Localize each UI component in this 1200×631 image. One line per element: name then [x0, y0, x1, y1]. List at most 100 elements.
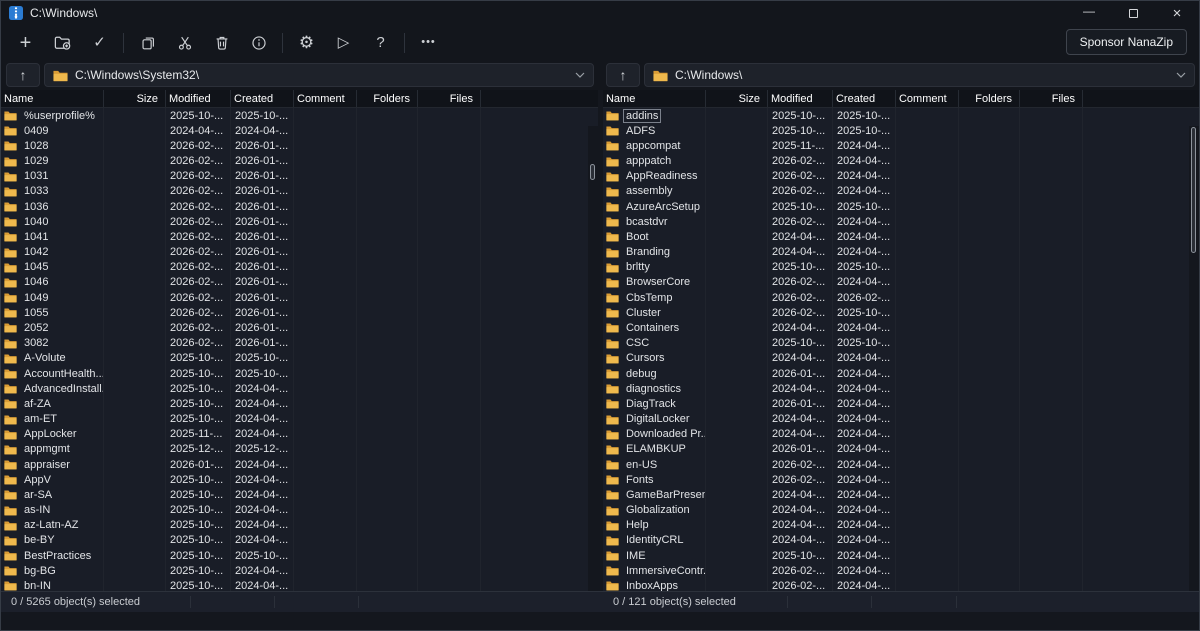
settings-button[interactable]: ⚙: [290, 29, 323, 57]
copy-button[interactable]: [131, 29, 164, 57]
list-item[interactable]: 1031 2026-02-... 2026-01-...: [1, 169, 589, 184]
list-item[interactable]: am-ET 2025-10-... 2024-04-...: [1, 411, 589, 426]
list-item[interactable]: BrowserCore 2026-02-... 2024-04-...: [603, 275, 1190, 290]
list-item[interactable]: en-US 2026-02-... 2024-04-...: [603, 457, 1190, 472]
list-item[interactable]: AdvancedInstall... 2025-10-... 2024-04-.…: [1, 381, 589, 396]
column-header-created[interactable]: Created: [833, 90, 896, 107]
new-folder-button[interactable]: [46, 29, 79, 57]
list-item[interactable]: 3082 2026-02-... 2026-01-...: [1, 336, 589, 351]
help-button[interactable]: ?: [364, 29, 397, 57]
list-item[interactable]: apppatch 2026-02-... 2024-04-...: [603, 154, 1190, 169]
list-item[interactable]: 1036 2026-02-... 2026-01-...: [1, 199, 589, 214]
column-header-files[interactable]: Files: [418, 90, 481, 107]
minimize-button[interactable]: —: [1067, 1, 1111, 25]
list-item[interactable]: AppLocker 2025-11-... 2024-04-...: [1, 427, 589, 442]
list-item[interactable]: ADFS 2025-10-... 2025-10-...: [603, 123, 1190, 138]
run-button[interactable]: ▷: [327, 29, 360, 57]
list-item[interactable]: GameBarPresen... 2024-04-... 2024-04-...: [603, 487, 1190, 502]
list-item[interactable]: az-Latn-AZ 2025-10-... 2024-04-...: [1, 518, 589, 533]
list-item[interactable]: Cursors 2024-04-... 2024-04-...: [603, 351, 1190, 366]
list-item[interactable]: CSC 2025-10-... 2025-10-...: [603, 336, 1190, 351]
sponsor-button[interactable]: Sponsor NanaZip: [1066, 29, 1187, 55]
list-item[interactable]: Downloaded Pr... 2024-04-... 2024-04-...: [603, 427, 1190, 442]
list-item[interactable]: appraiser 2026-01-... 2024-04-...: [1, 457, 589, 472]
list-item[interactable]: BestPractices 2025-10-... 2025-10-...: [1, 548, 589, 563]
scrollbar-thumb[interactable]: [590, 164, 595, 180]
list-item[interactable]: DigitalLocker 2024-04-... 2024-04-...: [603, 411, 1190, 426]
list-item[interactable]: addins 2025-10-... 2025-10-...: [603, 108, 1190, 123]
list-item[interactable]: Help 2024-04-... 2024-04-...: [603, 518, 1190, 533]
list-item[interactable]: debug 2026-01-... 2024-04-...: [603, 366, 1190, 381]
column-header-created[interactable]: Created: [231, 90, 294, 107]
scrollbar-left[interactable]: [588, 126, 598, 591]
list-item[interactable]: Branding 2024-04-... 2024-04-...: [603, 245, 1190, 260]
list-item[interactable]: appcompat 2025-11-... 2024-04-...: [603, 138, 1190, 153]
scrollbar-thumb[interactable]: [1191, 127, 1196, 253]
column-header-comment[interactable]: Comment: [896, 90, 959, 107]
list-item[interactable]: 1028 2026-02-... 2026-01-...: [1, 138, 589, 153]
list-item[interactable]: 1055 2026-02-... 2026-01-...: [1, 305, 589, 320]
list-item[interactable]: IdentityCRL 2024-04-... 2024-04-...: [603, 533, 1190, 548]
column-header-files[interactable]: Files: [1020, 90, 1083, 107]
maximize-button[interactable]: [1111, 1, 1155, 25]
column-header-folders[interactable]: Folders: [357, 90, 418, 107]
list-item[interactable]: 1049 2026-02-... 2026-01-...: [1, 290, 589, 305]
column-header-size[interactable]: Size: [706, 90, 768, 107]
up-button-right[interactable]: ↑: [606, 63, 640, 87]
list-item[interactable]: 0409 2024-04-... 2024-04-...: [1, 123, 589, 138]
titlebar[interactable]: C:\Windows\ — ×: [1, 1, 1199, 25]
column-header-folders[interactable]: Folders: [959, 90, 1020, 107]
list-item[interactable]: Containers 2024-04-... 2024-04-...: [603, 320, 1190, 335]
path-combobox-right[interactable]: C:\Windows\: [644, 63, 1195, 87]
chevron-down-icon[interactable]: [575, 72, 585, 78]
list-item[interactable]: 1042 2026-02-... 2026-01-...: [1, 245, 589, 260]
add-button[interactable]: +: [9, 29, 42, 57]
list-item[interactable]: Boot 2024-04-... 2024-04-...: [603, 229, 1190, 244]
list-item[interactable]: CbsTemp 2026-02-... 2026-02-...: [603, 290, 1190, 305]
list-item[interactable]: Globalization 2024-04-... 2024-04-...: [603, 502, 1190, 517]
list-item[interactable]: IME 2025-10-... 2024-04-...: [603, 548, 1190, 563]
close-button[interactable]: ×: [1155, 1, 1199, 25]
list-item[interactable]: AppV 2025-10-... 2024-04-...: [1, 472, 589, 487]
list-item[interactable]: ImmersiveContr... 2026-02-... 2024-04-..…: [603, 563, 1190, 578]
column-header-name[interactable]: Name: [1, 90, 104, 107]
list-item[interactable]: 2052 2026-02-... 2026-01-...: [1, 320, 589, 335]
list-item[interactable]: bn-IN 2025-10-... 2024-04-...: [1, 578, 589, 591]
list-item[interactable]: be-BY 2025-10-... 2024-04-...: [1, 533, 589, 548]
list-item[interactable]: 1046 2026-02-... 2026-01-...: [1, 275, 589, 290]
delete-button[interactable]: [205, 29, 238, 57]
path-combobox-left[interactable]: C:\Windows\System32\: [44, 63, 594, 87]
list-item[interactable]: %userprofile% 2025-10-... 2025-10-...: [1, 108, 589, 123]
info-button[interactable]: [242, 29, 275, 57]
list-item[interactable]: brltty 2025-10-... 2025-10-...: [603, 260, 1190, 275]
column-header-modified[interactable]: Modified: [768, 90, 833, 107]
up-button-left[interactable]: ↑: [6, 63, 40, 87]
list-item[interactable]: bcastdvr 2026-02-... 2024-04-...: [603, 214, 1190, 229]
column-header-name[interactable]: Name: [603, 90, 706, 107]
list-item[interactable]: 1029 2026-02-... 2026-01-...: [1, 154, 589, 169]
list-item[interactable]: diagnostics 2024-04-... 2024-04-...: [603, 381, 1190, 396]
list-item[interactable]: af-ZA 2025-10-... 2024-04-...: [1, 396, 589, 411]
chevron-down-icon[interactable]: [1176, 72, 1186, 78]
list-item[interactable]: AccountHealth... 2025-10-... 2025-10-...: [1, 366, 589, 381]
list-item[interactable]: as-IN 2025-10-... 2024-04-...: [1, 502, 589, 517]
more-button[interactable]: •••: [412, 29, 445, 57]
list-item[interactable]: 1045 2026-02-... 2026-01-...: [1, 260, 589, 275]
list-item[interactable]: A-Volute 2025-10-... 2025-10-...: [1, 351, 589, 366]
list-item[interactable]: InboxApps 2026-02-... 2024-04-...: [603, 578, 1190, 591]
list-item[interactable]: 1040 2026-02-... 2026-01-...: [1, 214, 589, 229]
list-item[interactable]: 1041 2026-02-... 2026-01-...: [1, 229, 589, 244]
column-header-comment[interactable]: Comment: [294, 90, 357, 107]
list-item[interactable]: appmgmt 2025-12-... 2025-12-...: [1, 442, 589, 457]
column-header-size[interactable]: Size: [104, 90, 166, 107]
list-item[interactable]: bg-BG 2025-10-... 2024-04-...: [1, 563, 589, 578]
list-item[interactable]: AzureArcSetup 2025-10-... 2025-10-...: [603, 199, 1190, 214]
list-item[interactable]: assembly 2026-02-... 2024-04-...: [603, 184, 1190, 199]
list-item[interactable]: AppReadiness 2026-02-... 2024-04-...: [603, 169, 1190, 184]
list-item[interactable]: ELAMBKUP 2026-01-... 2024-04-...: [603, 442, 1190, 457]
list-item[interactable]: ar-SA 2025-10-... 2024-04-...: [1, 487, 589, 502]
list-item[interactable]: Cluster 2026-02-... 2025-10-...: [603, 305, 1190, 320]
list-item[interactable]: Fonts 2026-02-... 2024-04-...: [603, 472, 1190, 487]
select-button[interactable]: ✓: [83, 29, 116, 57]
list-item[interactable]: DiagTrack 2026-01-... 2024-04-...: [603, 396, 1190, 411]
